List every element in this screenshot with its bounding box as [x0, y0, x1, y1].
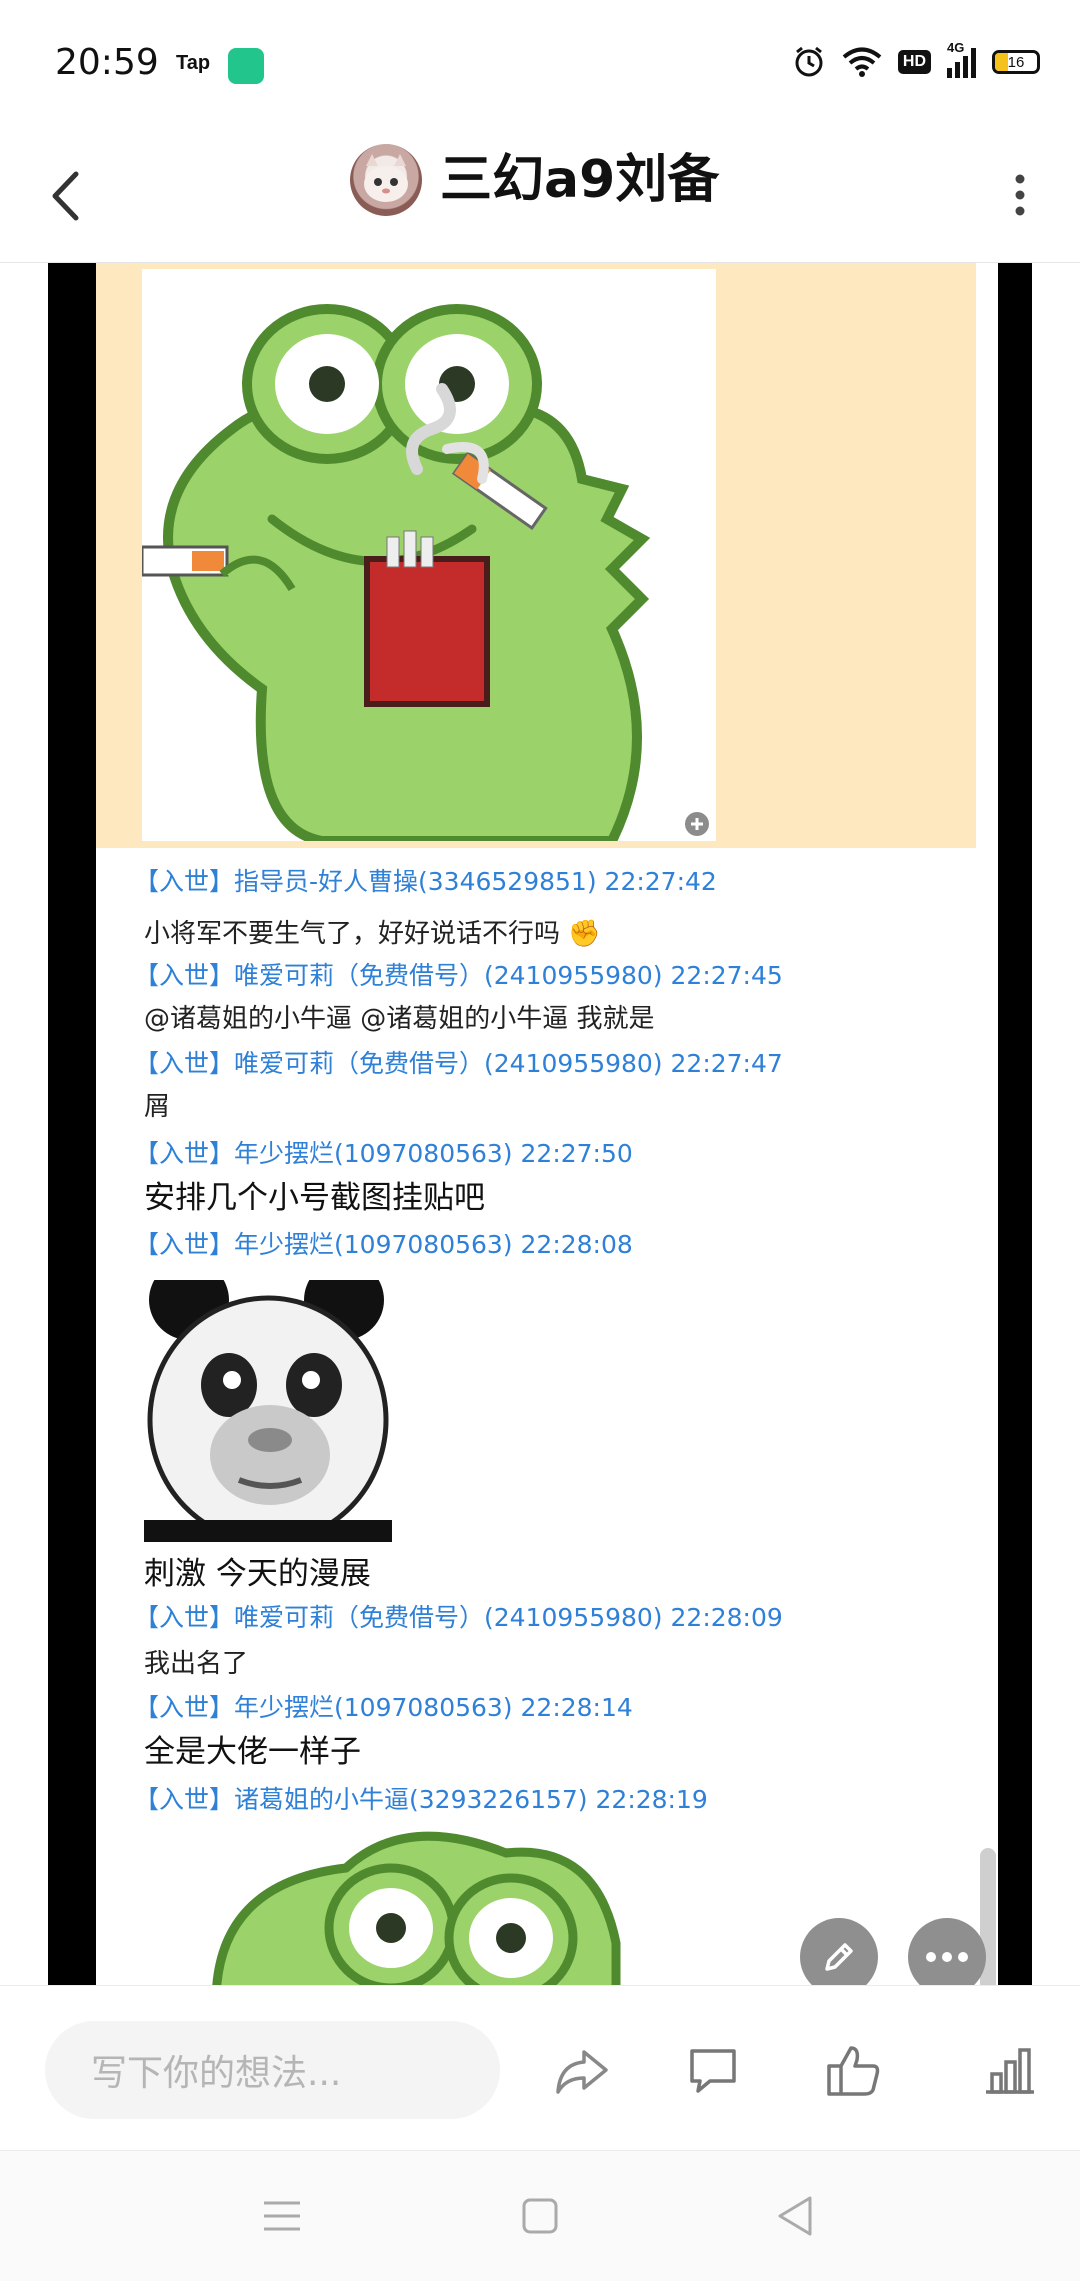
menu-icon [264, 2201, 300, 2231]
post-content[interactable]: 【入世】指导员-好人曹操(3346529851) 22:27:42 小将军不要生… [0, 263, 1080, 1985]
more-vertical-icon [1015, 174, 1025, 216]
hd-badge: HD [897, 50, 931, 74]
panda-face-sticker [144, 1260, 392, 1545]
network-type-label: 4G [947, 40, 965, 55]
chat-screenshot: 【入世】指导员-好人曹操(3346529851) 22:27:42 小将军不要生… [96, 263, 998, 1985]
more-horizontal-icon [926, 1952, 968, 1962]
chat-message: 我出名了 [144, 1649, 249, 1679]
recent-apps-button[interactable] [252, 2186, 312, 2246]
chevron-left-icon [52, 171, 79, 221]
comment-input[interactable]: 写下你的想法... [45, 2021, 500, 2119]
chat-message: 屑 [144, 1092, 171, 1122]
chat-meta-line: 【入世】年少摆烂(1097080563) 22:27:50 [134, 1139, 633, 1168]
chat-meta-line: 【入世】唯爱可莉（免费借号）(2410955980) 22:28:09 [134, 1603, 783, 1632]
frog-sticker-partial [176, 1823, 736, 1985]
bottom-action-bar: 写下你的想法... [0, 1985, 1080, 2151]
system-navigation-bar [0, 2150, 1080, 2281]
like-button[interactable] [818, 2036, 888, 2106]
status-bar: 20:59 Tap HD 4G 16 [0, 0, 1080, 130]
battery-icon: 16 [992, 50, 1040, 74]
taptap-icon: Tap [176, 52, 211, 74]
home-button[interactable] [510, 2186, 570, 2246]
alarm-icon [795, 46, 823, 77]
chat-message: 安排几个小号截图挂贴吧 [144, 1180, 485, 1216]
chat-meta-line: 【入世】年少摆烂(1097080563) 22:28:14 [134, 1693, 633, 1722]
more-options-button[interactable] [1000, 160, 1040, 230]
square-icon [522, 2198, 558, 2234]
wifi-icon [842, 47, 882, 77]
battery-level: 16 [1007, 53, 1025, 71]
post-screenshot-image[interactable]: 【入世】指导员-好人曹操(3346529851) 22:27:42 小将军不要生… [48, 263, 1032, 1985]
thumbs-up-icon [827, 2046, 880, 2096]
chat-meta-line: 【入世】诸葛姐的小牛逼(3293226157) 22:28:19 [134, 1785, 708, 1814]
app-notification-icon [228, 48, 264, 84]
status-icons: HD 4G 16 [792, 40, 1040, 79]
chat-message: 刺激 今天的漫展 [144, 1556, 371, 1592]
chat-message: @诸葛姐的小牛逼 @诸葛姐的小牛逼 我就是 [144, 1004, 655, 1034]
pencil-icon [825, 1943, 853, 1971]
chat-message: 全是大佬一样子 [144, 1734, 361, 1770]
comment-icon [690, 2049, 736, 2093]
chat-meta-line: 【入世】指导员-好人曹操(3346529851) 22:27:42 [134, 867, 717, 896]
system-back-button[interactable] [764, 2186, 824, 2246]
cellular-signal-icon: 4G [947, 40, 976, 78]
avatar[interactable] [350, 144, 422, 216]
comment-button[interactable] [678, 2036, 748, 2106]
chat-meta-line: 【入世】唯爱可莉（免费借号）(2410955980) 22:27:45 [134, 961, 783, 990]
smoking-frog-sticker [140, 269, 716, 846]
chat-meta-line: 【入世】唯爱可莉（免费借号）(2410955980) 22:27:47 [134, 1049, 783, 1078]
status-time: 20:59 [55, 42, 159, 83]
chat-message: 小将军不要生气了，好好说话不行吗 ✊ [144, 919, 601, 949]
chat-meta-line: 【入世】年少摆烂(1097080563) 22:28:08 [134, 1230, 633, 1259]
sticker-background [96, 263, 976, 848]
bar-chart-icon [986, 2048, 1034, 2094]
share-button[interactable] [547, 2036, 617, 2106]
share-icon [556, 2050, 608, 2094]
page-title: 三幻a9刘备 [440, 150, 720, 210]
stats-button[interactable] [975, 2036, 1045, 2106]
title-bar: 三幻a9刘备 [0, 130, 1080, 263]
back-button[interactable] [40, 156, 90, 236]
triangle-back-icon [778, 2196, 812, 2236]
